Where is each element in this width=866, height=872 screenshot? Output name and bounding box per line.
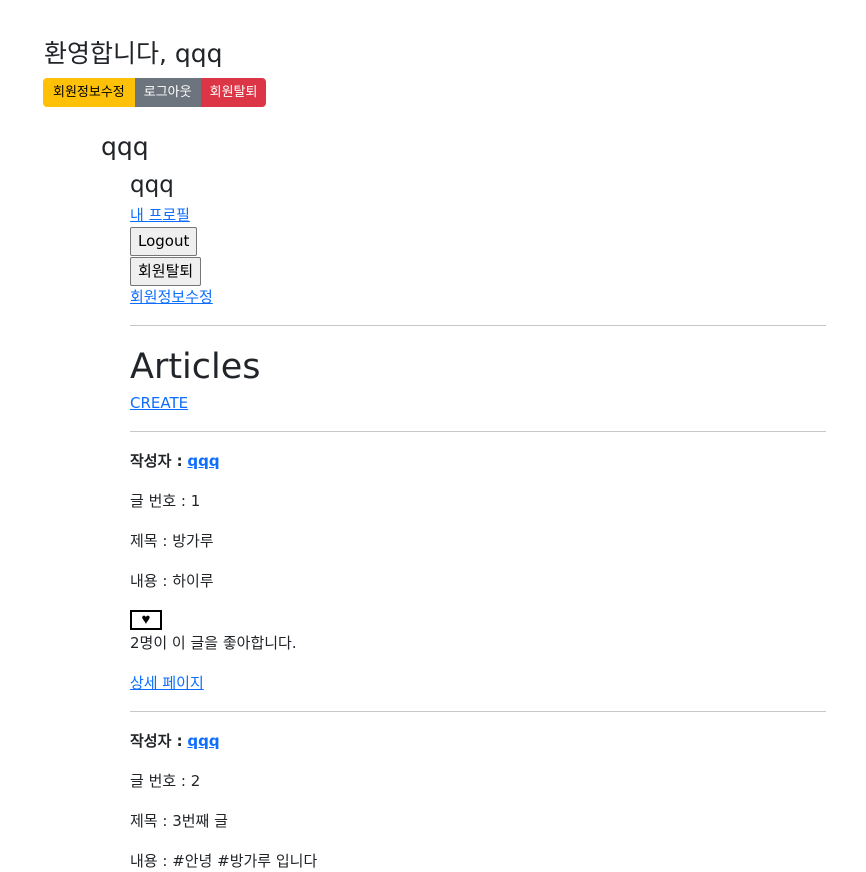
my-profile-link[interactable]: 내 프로필	[130, 204, 190, 226]
article-content: 내용 : 하이루	[130, 572, 214, 590]
article-number: 글 번호 : 2	[130, 772, 201, 790]
article-author: 작성자 : qqq	[130, 450, 826, 472]
article-item: 작성자 : qqq 글 번호 : 1 제목 : 방가루 내용 : 하이루 ♥ 2…	[130, 450, 826, 694]
main-content: qqq 내 프로필 Logout 회원탈퇴 회원정보수정 Articles CR…	[130, 166, 826, 872]
article-item: 작성자 : qqq 글 번호 : 2 제목 : 3번째 글 내용 : #안녕 #…	[130, 730, 826, 872]
edit-profile-link[interactable]: 회원정보수정	[130, 286, 213, 308]
logout-button[interactable]: 로그아웃	[134, 78, 201, 107]
delete-account-plain-button[interactable]: 회원탈퇴	[130, 257, 202, 286]
article-number: 글 번호 : 1	[130, 492, 201, 510]
article-title: 제목 : 3번째 글	[130, 812, 228, 830]
like-button[interactable]: ♥	[130, 610, 162, 630]
detail-page-link[interactable]: 상세 페이지	[130, 674, 204, 692]
account-button-group: 회원정보수정 로그아웃 회원탈퇴	[43, 78, 267, 107]
article-content: 내용 : #안녕 #방가루 입니다	[130, 852, 318, 870]
username-subheading: qqq	[130, 172, 174, 198]
delete-account-button[interactable]: 회원탈퇴	[200, 78, 267, 107]
article-author: 작성자 : qqq	[130, 730, 826, 752]
article-title: 제목 : 방가루	[130, 532, 214, 550]
likes-count: 2명이 이 글을 좋아합니다.	[130, 634, 297, 652]
username-heading: qqq	[101, 132, 149, 161]
author-label: 작성자 :	[130, 732, 183, 750]
divider	[130, 711, 826, 712]
logout-plain-button[interactable]: Logout	[130, 227, 198, 256]
articles-title: Articles	[130, 347, 261, 387]
divider	[130, 325, 826, 326]
author-label: 작성자 :	[130, 452, 183, 470]
author-link[interactable]: qqq	[187, 452, 219, 470]
author-link[interactable]: qqq	[187, 732, 219, 750]
welcome-heading: 환영합니다, qqq	[44, 39, 223, 68]
create-link[interactable]: CREATE	[130, 392, 188, 414]
heart-icon: ♥	[141, 611, 151, 628]
edit-profile-button[interactable]: 회원정보수정	[43, 78, 135, 107]
divider	[130, 431, 826, 432]
